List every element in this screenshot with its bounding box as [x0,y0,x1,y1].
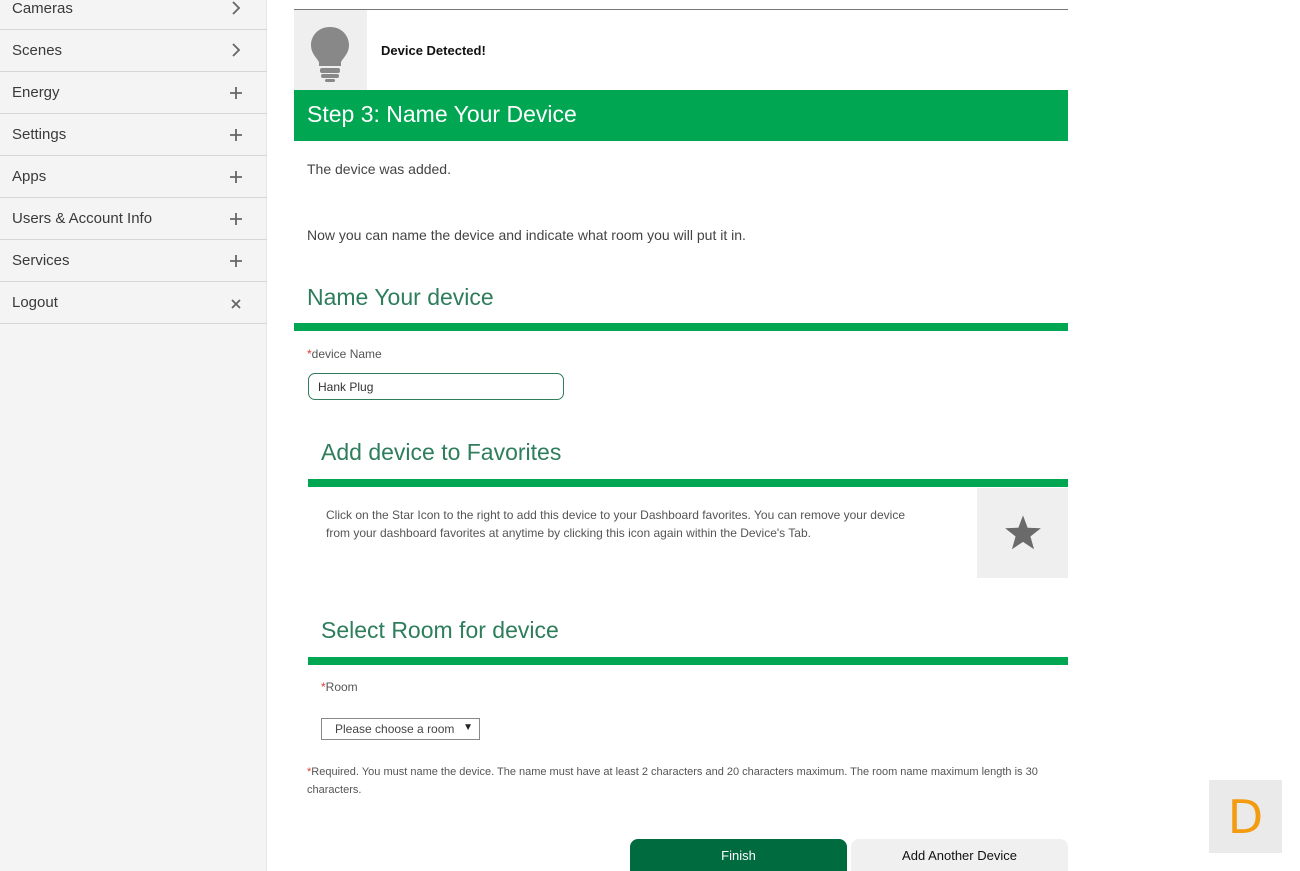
sidebar-item-label: Energy [12,84,60,101]
section-divider [308,479,1068,487]
chevron-right-icon [229,42,243,60]
sidebar-item-apps[interactable]: Apps [0,156,267,198]
main-content: Device Detected! Step 3: Name Your Devic… [294,0,1068,871]
name-section-title: Name Your device [307,284,494,310]
room-select-value: Please choose a room [335,722,455,736]
sidebar-item-energy[interactable]: Energy [0,72,267,114]
instructions-text: Now you can name the device and indicate… [307,227,746,243]
step-title: Step 3: Name Your Device [307,101,577,127]
plus-icon [229,168,243,186]
section-divider [294,323,1068,331]
required-note: *Required. You must name the device. The… [307,763,1057,799]
room-select[interactable]: Please choose a room ▼ [321,718,480,740]
room-label-text: Room [325,680,358,694]
sidebar-item-cameras[interactable]: Cameras [0,0,267,30]
lightbulb-icon [311,27,349,82]
device-name-label-text: device Name [311,347,382,361]
sidebar-item-label: Scenes [12,42,63,59]
dropdown-arrow-icon: ▼ [463,722,473,733]
add-favorite-button[interactable] [977,488,1068,578]
device-detected-text: Device Detected! [381,43,486,58]
sidebar-item-label: Apps [12,168,47,185]
finish-button[interactable]: Finish [630,839,847,871]
sidebar-item-label: Services [12,252,70,269]
sidebar-item-users-account-info[interactable]: Users & Account Info [0,198,267,240]
device-name-input[interactable] [308,373,564,400]
sidebar: Cameras Scenes Energy Settings Apps User… [0,0,267,871]
d-badge[interactable]: D [1209,780,1282,853]
add-another-device-button[interactable]: Add Another Device [851,839,1068,871]
room-label: *Room [321,680,358,694]
sidebar-item-label: Logout [12,294,58,311]
sidebar-item-label: Settings [12,126,67,143]
device-detected-icon-box [294,10,367,90]
sidebar-item-label: Cameras [12,0,73,17]
chevron-right-icon [229,0,243,18]
section-divider [308,657,1068,665]
star-icon [1004,515,1041,550]
device-added-text: The device was added. [307,161,451,177]
sidebar-item-logout[interactable]: Logout [0,282,267,324]
plus-icon [229,84,243,102]
room-section-title: Select Room for device [321,617,559,643]
sidebar-item-scenes[interactable]: Scenes [0,30,267,72]
close-icon [229,294,243,312]
plus-icon [229,210,243,228]
plus-icon [229,126,243,144]
favorites-section-title: Add device to Favorites [321,439,562,465]
sidebar-item-label: Users & Account Info [12,210,153,227]
sidebar-item-settings[interactable]: Settings [0,114,267,156]
plus-icon [229,252,243,270]
favorites-description: Click on the Star Icon to the right to a… [326,508,905,540]
required-note-text: Required. You must name the device. The … [307,766,1038,796]
sidebar-item-services[interactable]: Services [0,240,267,282]
divider [294,9,1068,10]
device-name-label: *device Name [307,347,382,361]
